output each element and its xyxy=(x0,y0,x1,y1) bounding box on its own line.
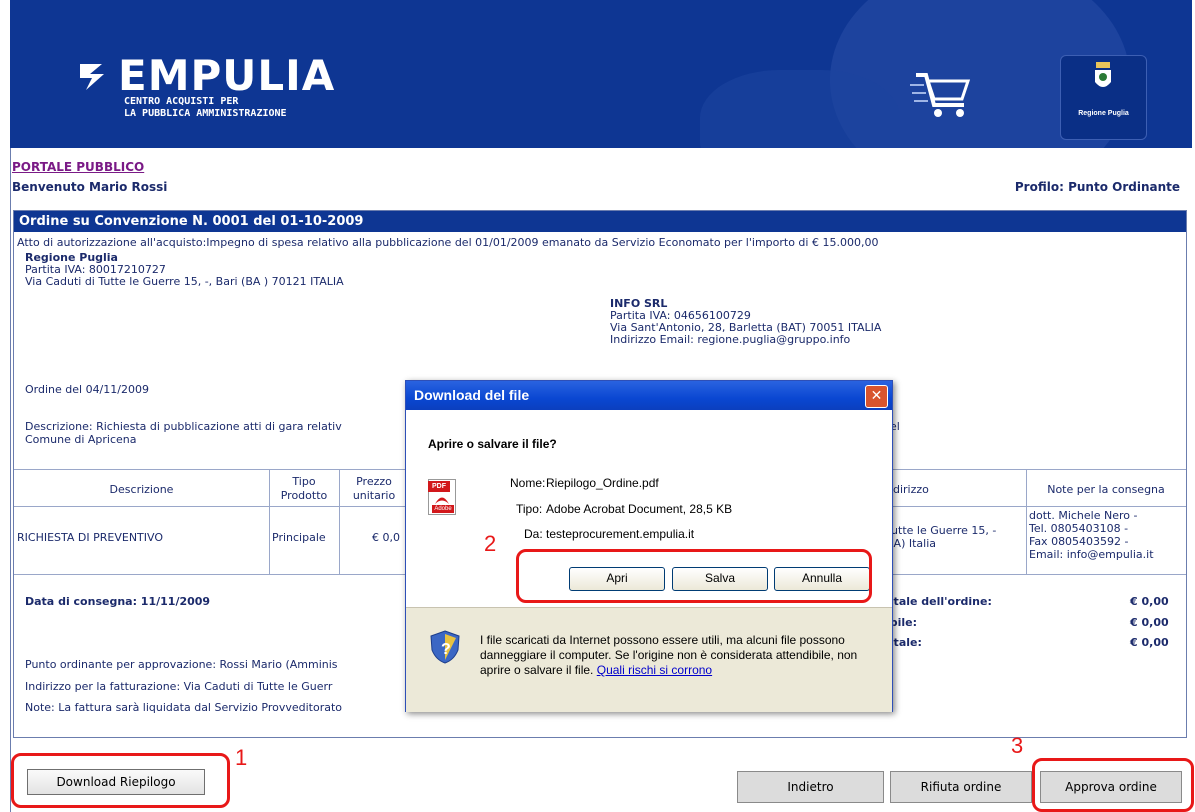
cell-descrizione: RICHIESTA DI PREVENTIVO xyxy=(17,531,163,544)
order-title: Ordine su Convenzione N. 0001 del 01-10-… xyxy=(14,211,1186,232)
file-type-value: Adobe Acrobat Document, 28,5 KB xyxy=(546,502,733,516)
region-badge: Regione Puglia xyxy=(1060,55,1147,140)
col-header-prezzo: unitario xyxy=(352,489,396,502)
annotation-number: 3 xyxy=(1011,733,1024,758)
security-shield-icon: ? xyxy=(430,630,460,664)
warning-text: I file scaricati da Internet possono ess… xyxy=(480,633,882,678)
close-icon[interactable]: ✕ xyxy=(865,385,888,408)
cell-indirizzo: BA) Italia xyxy=(886,537,937,550)
header-banner: EMPULIA CENTRO ACQUISTI PER LA PUBBLICA … xyxy=(10,0,1192,148)
pdf-file-icon: PDF Adobe xyxy=(428,479,458,515)
cell-indirizzo: Tutte le Guerre 15, - xyxy=(886,524,997,537)
brand-subtitle: LA PUBBLICA AMMINISTRAZIONE xyxy=(124,108,287,119)
total-value: € 0,00 xyxy=(1130,616,1169,629)
col-header-note: Note per la consegna xyxy=(1047,483,1165,496)
col-header-tipo: Prodotto xyxy=(280,489,328,502)
supplier-email: Indirizzo Email: regione.puglia@gruppo.i… xyxy=(610,333,851,346)
region-crest-icon xyxy=(1095,62,1111,87)
cell-note: Email: info@empulia.it xyxy=(1029,548,1154,561)
col-header-prezzo: Prezzo xyxy=(356,475,392,488)
col-header-tipo: Tipo xyxy=(292,475,316,488)
file-source-label: Da: xyxy=(524,527,543,541)
cell-note: Fax 0805403592 - xyxy=(1029,535,1129,548)
approve-order-button[interactable]: Approva ordine xyxy=(1040,771,1182,803)
order-description-location: Comune di Apricena xyxy=(25,433,137,446)
cell-note: dott. Michele Nero - xyxy=(1029,509,1138,522)
file-name-label: Nome: xyxy=(510,476,546,490)
public-portal-link[interactable]: PORTALE PUBBLICO xyxy=(12,160,144,174)
annotation-number: 2 xyxy=(484,531,497,556)
logo-mark-icon xyxy=(80,64,104,90)
annotation-number: 1 xyxy=(235,745,248,770)
approval-point: Punto ordinante per approvazione: Rossi … xyxy=(25,658,338,671)
banner-decoration xyxy=(700,70,900,148)
svg-text:?: ? xyxy=(441,641,451,658)
order-notes: Note: La fattura sarà liquidata dal Serv… xyxy=(25,701,343,714)
dialog-warning: ? I file scaricati da Internet possono e… xyxy=(406,607,892,712)
cell-prezzo: € 0,0 xyxy=(372,531,400,544)
download-summary-button[interactable]: Download Riepilogo xyxy=(27,769,205,795)
file-source-value: testeprocurement.empulia.it xyxy=(546,527,695,541)
profile-text: Profilo: Punto Ordinante xyxy=(1014,180,1180,194)
region-name: Regione Puglia xyxy=(1078,110,1129,117)
brand-name: EMPULIA xyxy=(118,51,336,100)
back-button[interactable]: Indietro xyxy=(737,771,884,803)
annotation-highlight xyxy=(516,549,872,603)
download-dialog: Download del file ✕ Aprire o salvare il … xyxy=(405,380,893,712)
shopping-cart-icon xyxy=(910,73,971,117)
total-value: € 0,00 xyxy=(1130,595,1169,608)
brand-subtitle: CENTRO ACQUISTI PER xyxy=(124,96,239,107)
total-label: otale dell'ordine: xyxy=(886,595,992,608)
order-description: Descrizione: Richiesta di pubblicazione … xyxy=(25,420,342,433)
cell-tipo: Principale xyxy=(272,531,326,544)
file-type-label: Tipo: xyxy=(516,502,543,516)
billing-address: Indirizzo per la fatturazione: Via Cadut… xyxy=(25,680,333,693)
delivery-date: Data di consegna: 11/11/2009 xyxy=(25,595,211,608)
authorization-text: Atto di autorizzazione all'acquisto:Impe… xyxy=(17,236,879,249)
total-value: € 0,00 xyxy=(1130,636,1169,649)
order-date: Ordine del 04/11/2009 xyxy=(25,383,149,396)
col-header-descrizione: Descrizione xyxy=(109,483,174,496)
dialog-question: Aprire o salvare il file? xyxy=(428,437,557,451)
buyer-address: Via Caduti di Tutte le Guerre 15, -, Bar… xyxy=(25,275,344,288)
dialog-title: Download del file xyxy=(406,381,892,410)
adobe-badge: Adobe xyxy=(432,505,454,513)
risk-link[interactable]: Quali rischi si corrono xyxy=(597,663,712,677)
welcome-text: Benvenuto Mario Rossi xyxy=(12,180,168,194)
file-name-value: Riepilogo_Ordine.pdf xyxy=(546,476,659,490)
reject-order-button[interactable]: Rifiuta ordine xyxy=(890,771,1032,803)
cell-note: Tel. 0805403108 - xyxy=(1029,522,1129,535)
